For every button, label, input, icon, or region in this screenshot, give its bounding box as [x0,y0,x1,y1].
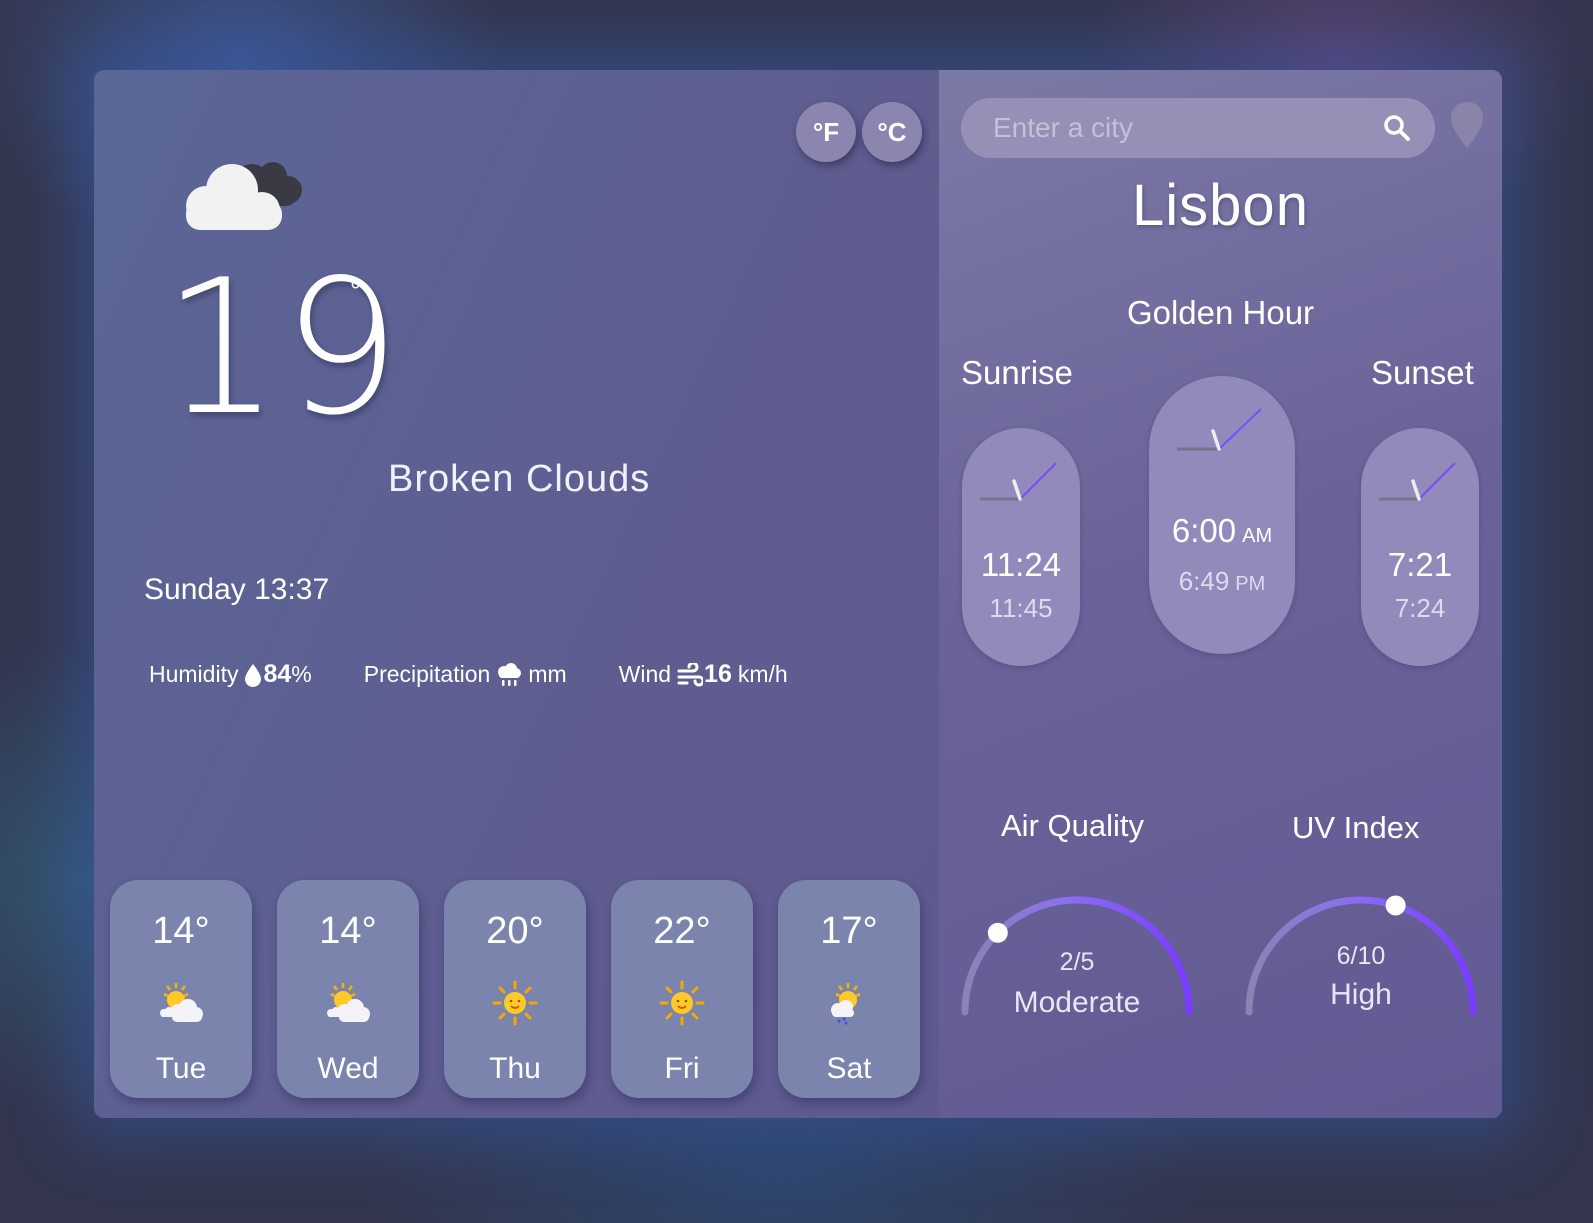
location-panel: Enter a city Lisbon Golden Hour Sunrise … [939,70,1502,1118]
fahrenheit-button[interactable]: °F [796,102,856,162]
search-icon[interactable] [1383,114,1411,142]
forecast-day-name: Fri [664,1052,700,1085]
gauge-knob [1385,895,1406,916]
forecast-day-sat[interactable]: 17° Sat [778,880,920,1098]
broken-clouds-icon [186,162,302,230]
city-name: Lisbon [1132,173,1309,238]
uv-index-value: 6/10 [1336,942,1386,970]
clock-hands-icon [1379,462,1456,501]
clock-hands-icon [980,462,1057,501]
current-temperature: 19 [162,239,403,456]
forecast-day-thu[interactable]: 20° Thu [444,880,586,1098]
wind-icon [677,662,704,686]
forecast-day-name: Wed [317,1052,379,1085]
humidity-stat: Humidity 84 % [149,660,312,689]
precipitation-label: Precipitation [363,661,491,687]
weather-card: °F °C 19 ° Broken Clouds Sunday 13:37 Hu… [94,70,1502,1118]
golden-hour-end: 6:49 PM [1178,566,1266,596]
current-weather-panel: °F °C 19 ° Broken Clouds Sunday 13:37 Hu… [94,70,939,1118]
search-input[interactable]: Enter a city [993,112,1383,144]
forecast-day-name: Sat [826,1052,872,1085]
sun-behind-cloud-icon [327,983,370,1022]
golden-hour-title: Golden Hour [1126,294,1315,331]
forecast-temp: 22° [653,910,711,952]
precipitation-unit: mm [528,661,567,687]
sun-behind-rain-cloud-icon [831,983,861,1025]
air-quality-gauge: 2/5 Moderate [957,890,1197,1030]
uv-index-label: High [1330,978,1392,1011]
golden-hour-start: 6:00 AM [1171,512,1273,549]
rain-cloud-icon [498,662,522,686]
gauge-knob [987,922,1008,943]
uv-index-gauge: 6/10 High [1241,890,1481,1030]
forecast-temp: 14° [152,910,210,952]
forecast-list: 14° Tue 14° Wed 20° Thu 22° Fri 17° Sat [110,880,945,1098]
degree-symbol: ° [350,275,362,306]
forecast-temp: 20° [486,910,544,952]
precipitation-stat: Precipitation mm [364,661,567,688]
droplet-icon [245,663,262,687]
sun-icon [659,980,705,1026]
forecast-temp: 14° [319,910,377,952]
forecast-day-wed[interactable]: 14° Wed [277,880,419,1098]
sun-behind-cloud-icon [160,983,203,1022]
wind-label: Wind [618,661,672,687]
sunrise-label: Sunrise [961,354,1073,391]
forecast-day-fri[interactable]: 22° Fri [611,880,753,1098]
location-pin-icon[interactable] [1449,100,1485,150]
sunset-end-time: 7:24 [1394,593,1446,623]
wind-value: 16 [704,660,732,688]
sun-icon [492,980,538,1026]
sunrise-start-time: 11:24 [980,546,1062,583]
forecast-day-name: Thu [489,1052,541,1085]
humidity-value: 84 [263,660,292,688]
air-quality-title: Air Quality [1001,808,1144,843]
wind-unit: km/h [737,661,788,687]
wind-stat: Wind 16 km/h [619,660,788,689]
uv-index-title: UV Index [1292,810,1420,845]
weather-stats: Humidity 84 % Precipitation mm Wind 16 k… [149,660,788,689]
sunset-pill: 7:21 7:24 [1361,428,1479,666]
sunset-label: Sunset [1371,354,1474,391]
sunset-start-time: 7:21 [1387,546,1453,583]
air-quality-label: Moderate [1013,986,1141,1019]
forecast-day-tue[interactable]: 14° Tue [110,880,252,1098]
air-quality-value: 2/5 [1059,948,1095,976]
weather-description: Broken Clouds [388,458,651,500]
golden-hour-pill: 6:00 AM 6:49 PM [1149,376,1295,654]
city-search-bar[interactable]: Enter a city [961,98,1435,158]
sunrise-end-time: 11:45 [989,593,1053,623]
humidity-label: Humidity [149,661,239,687]
celsius-button[interactable]: °C [862,102,922,162]
current-datetime: Sunday 13:37 [144,573,330,606]
forecast-temp: 17° [820,910,878,952]
sunrise-pill: 11:24 11:45 [962,428,1080,666]
humidity-unit: % [291,661,312,687]
forecast-day-name: Tue [155,1052,207,1085]
clock-hands-icon [1177,408,1262,451]
